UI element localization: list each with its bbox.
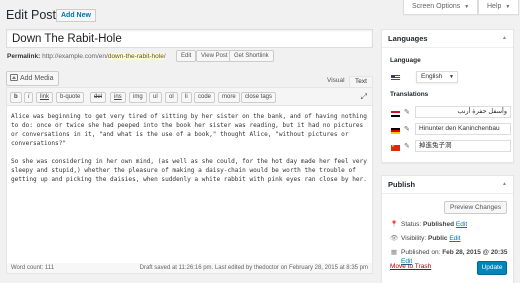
flag-us-icon	[391, 75, 400, 81]
permalink-edit-button[interactable]: Edit	[176, 50, 197, 62]
add-media-label: Add Media	[20, 75, 54, 82]
qt-del-button[interactable]: del	[90, 92, 107, 103]
screen-options-tab[interactable]: Screen Options ▼	[403, 0, 479, 15]
eye-icon: 👁	[390, 235, 399, 242]
permalink-label: Permalink:	[7, 53, 41, 60]
published-value: Feb 28, 2015 @ 20:35	[442, 249, 508, 256]
qt-ins-button[interactable]: ins	[110, 92, 126, 103]
update-button[interactable]: Update	[477, 261, 507, 275]
permalink-base: http://example.com/en/	[42, 53, 108, 60]
visibility-label: Visibility:	[401, 235, 427, 242]
flag-china-icon	[391, 143, 400, 151]
translations-label: Translations	[390, 91, 429, 98]
qt-img-button[interactable]: img	[129, 92, 147, 103]
qt-ol-button[interactable]: ol	[165, 92, 178, 103]
translation-input-ar[interactable]: وأسفل حفرة أرنب	[415, 106, 511, 118]
caret-down-icon: ▼	[505, 4, 511, 10]
published-label: Published on:	[401, 249, 441, 256]
flag-egypt-icon	[391, 111, 400, 117]
select-arrow-icon: ▼	[449, 74, 454, 80]
help-label: Help	[487, 3, 502, 10]
visibility-row: 👁 Visibility: Public Edit	[390, 234, 461, 243]
preview-changes-button[interactable]: Preview Changes	[444, 201, 507, 214]
help-tab[interactable]: Help ▼	[478, 0, 520, 15]
get-shortlink-button[interactable]: Get Shortlink	[229, 50, 274, 62]
permalink-trailing: /	[163, 53, 166, 60]
languages-title: Languages	[388, 34, 428, 43]
status-edit-link[interactable]: Edit	[456, 221, 467, 228]
distraction-free-icon[interactable]: ⤢	[361, 93, 367, 101]
publish-title: Publish	[388, 180, 416, 189]
caret-down-icon: ▼	[464, 4, 470, 10]
visibility-value: Public	[427, 235, 448, 242]
status-label: Status:	[401, 221, 422, 228]
qt-more-button[interactable]: more	[218, 92, 240, 103]
tab-text[interactable]: Text	[349, 76, 373, 87]
paragraph: Alice was beginning to get very tired of…	[11, 113, 367, 147]
text-editor[interactable]: b i link b-quote del ins img ul ol li co…	[6, 87, 373, 273]
pin-icon: 📍	[390, 221, 399, 228]
view-post-button[interactable]: View Post	[196, 50, 233, 62]
qt-code-button[interactable]: code	[194, 92, 216, 103]
pencil-icon[interactable]: ✎	[404, 125, 410, 133]
qt-li-button[interactable]: li	[181, 92, 192, 103]
pencil-icon[interactable]: ✎	[404, 142, 410, 150]
add-new-button[interactable]: Add New	[56, 9, 96, 22]
calendar-icon: ▦	[390, 249, 398, 256]
qt-ul-button[interactable]: ul	[149, 92, 162, 103]
paragraph: So she was considering in her own mind, …	[11, 158, 367, 183]
toggle-arrow-icon[interactable]: ▲	[502, 176, 507, 193]
add-media-button[interactable]: Add Media	[6, 71, 60, 86]
languages-box-header[interactable]: Languages ▲	[382, 30, 513, 48]
draft-status: Draft saved at 11:26:16 pm. Last edited …	[139, 265, 368, 271]
move-to-trash-link[interactable]: Move to Trash	[390, 263, 431, 270]
page-title: Edit Post	[6, 8, 57, 22]
tab-visual[interactable]: Visual	[322, 76, 350, 87]
qt-bold-button[interactable]: b	[10, 92, 22, 103]
language-label: Language	[390, 57, 421, 64]
publish-box-header[interactable]: Publish ▲	[382, 176, 513, 194]
language-select[interactable]: English ▼	[416, 71, 458, 83]
languages-box: Languages ▲ Language English ▼ Translation…	[381, 29, 514, 163]
editor-status-bar: Word count: 111 Draft saved at 11:26:16 …	[6, 263, 373, 274]
status-value: Published	[423, 221, 455, 228]
flag-germany-icon	[391, 128, 400, 134]
editor-content[interactable]: Alice was beginning to get very tired of…	[11, 112, 369, 193]
toggle-arrow-icon[interactable]: ▲	[502, 30, 507, 47]
post-title-input[interactable]: Down The Rabit-Hole	[6, 29, 373, 48]
word-count: Word count: 111	[11, 265, 55, 271]
media-icon	[10, 74, 18, 81]
publish-box: Publish ▲ Preview Changes 📍 Status: Publis…	[381, 175, 514, 283]
visibility-edit-link[interactable]: Edit	[449, 235, 460, 242]
screen-options-label: Screen Options	[412, 3, 461, 10]
qt-link-button[interactable]: link	[36, 92, 54, 103]
translation-input-zh[interactable]: 掉進兔子洞	[415, 140, 511, 152]
qt-close-tags-button[interactable]: close tags	[241, 92, 277, 103]
pencil-icon[interactable]: ✎	[404, 108, 410, 116]
permalink-slug[interactable]: down-the-rabit-hole	[107, 53, 164, 60]
qt-blockquote-button[interactable]: b-quote	[56, 92, 85, 103]
quicktags-toolbar: b i link b-quote del ins img ul ol li co…	[7, 88, 372, 106]
status-row: 📍 Status: Published Edit	[390, 220, 467, 229]
permalink-row: Permalink: http://example.com/en/down-th…	[7, 52, 166, 61]
qt-italic-button[interactable]: i	[24, 92, 34, 103]
language-select-value: English	[421, 73, 443, 80]
translation-input-de[interactable]: Hinunter den Kaninchenbau	[415, 123, 511, 135]
